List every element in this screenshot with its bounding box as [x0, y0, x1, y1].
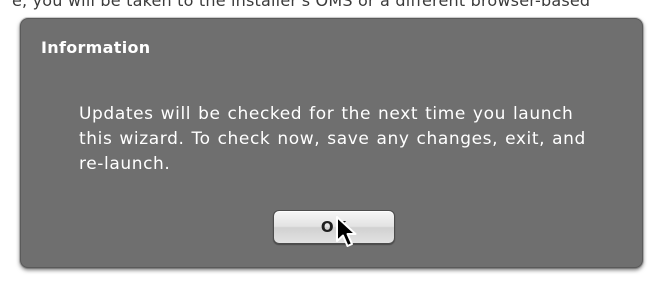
background-text: e, you will be taken to the installer's … [12, 0, 591, 10]
background-window-strip: e, you will be taken to the installer's … [0, 0, 652, 14]
information-dialog: Information Updates will be checked for … [20, 18, 643, 268]
dialog-message: Updates will be checked for the next tim… [79, 104, 586, 174]
ok-button-label: OK [320, 217, 348, 236]
dialog-title: Information [41, 38, 151, 57]
ok-button[interactable]: OK [273, 210, 395, 244]
